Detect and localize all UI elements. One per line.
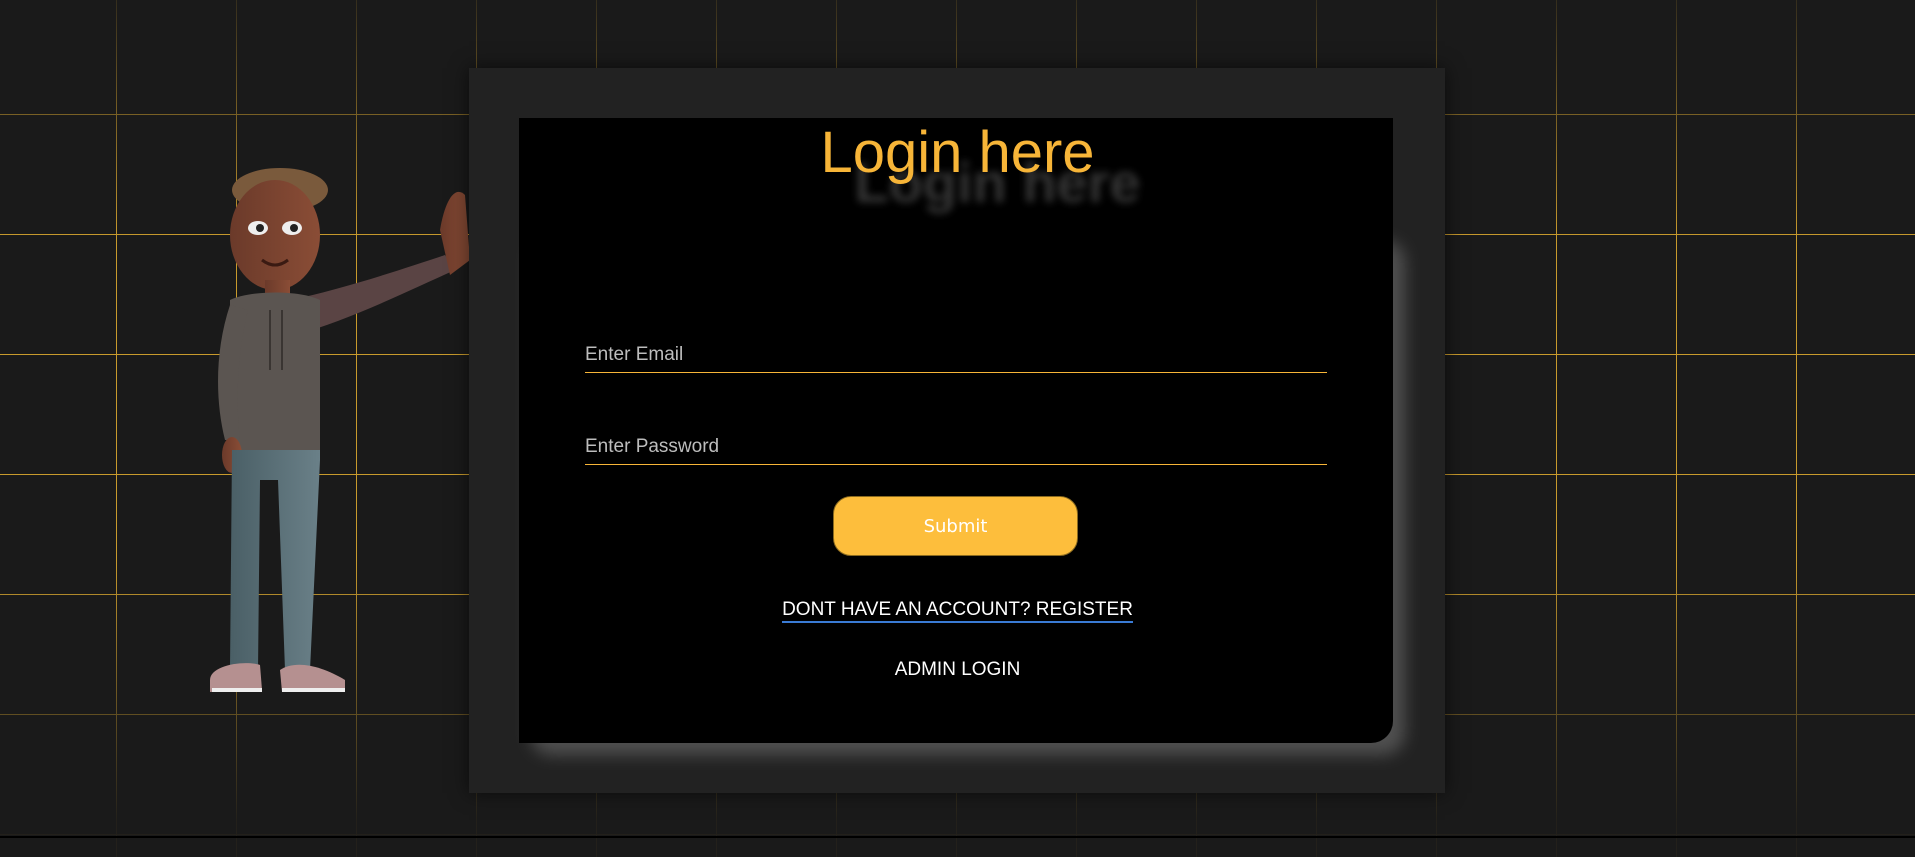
password-field[interactable] — [585, 430, 1327, 465]
admin-login-link-container: ADMIN LOGIN — [0, 658, 1915, 682]
register-link[interactable]: DONT HAVE AN ACCOUNT? REGISTER — [782, 599, 1133, 623]
email-field[interactable] — [585, 338, 1327, 373]
submit-button[interactable]: Submit — [833, 496, 1078, 556]
page-title: Login here — [820, 120, 1095, 185]
grid-bottom-line — [0, 836, 1915, 838]
admin-login-link[interactable]: ADMIN LOGIN — [895, 659, 1021, 680]
waving-character-illustration — [210, 168, 470, 692]
register-link-container: DONT HAVE AN ACCOUNT? REGISTER — [0, 598, 1915, 623]
